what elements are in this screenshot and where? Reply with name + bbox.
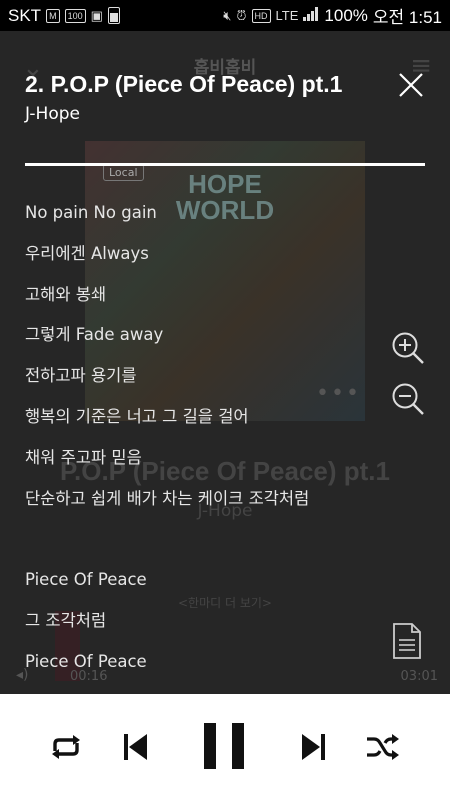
close-icon (399, 73, 423, 97)
document-icon (393, 623, 421, 659)
shuffle-button[interactable] (365, 732, 401, 766)
lyrics-song-artist: J-Hope (25, 104, 80, 124)
repeat-icon (52, 735, 80, 759)
shuffle-icon (367, 734, 399, 760)
lyric-line: 행복의 기준은 너고 그 길을 걸어 (25, 406, 249, 426)
lyric-line: Piece Of Peace (25, 570, 147, 590)
next-track-icon (302, 734, 325, 760)
signal-icon (303, 6, 319, 26)
clipboard-icon (107, 7, 120, 24)
alarm-icon: ⏰︎ (236, 7, 247, 23)
lyric-line: 채워 주고파 믿음 (25, 447, 142, 467)
pause-icon (204, 723, 244, 769)
next-track-button[interactable] (300, 733, 326, 765)
local-badge: Local (103, 164, 144, 181)
m-badge-icon: M (46, 8, 60, 23)
zoom-in-button[interactable] (391, 331, 425, 365)
lyric-line-blank (25, 528, 385, 569)
clock: 오전 1:51 (372, 8, 442, 27)
image-icon: ▣ (90, 7, 103, 23)
battery-percent: 100% (324, 5, 368, 25)
lyrics-document-button[interactable] (391, 622, 423, 660)
pause-button[interactable] (203, 722, 245, 774)
mute-icon: 🔇︎ (223, 7, 232, 23)
battery-badge: 100 (64, 8, 86, 23)
previous-track-icon (124, 734, 147, 760)
carrier-label: SKT (8, 5, 42, 25)
total-duration: 03:01 (400, 669, 438, 684)
playback-controls (0, 694, 450, 800)
zoom-out-button[interactable] (391, 382, 425, 416)
lyric-line: 전하고파 용기를 (25, 366, 137, 386)
status-left: SKT M 100 ▣ (8, 6, 120, 26)
status-bar: SKT M 100 ▣ 🔇︎ ⏰︎ HD LTE 100% 오전 1:51 (0, 0, 450, 31)
close-button[interactable] (396, 70, 426, 100)
title-divider (25, 163, 425, 166)
lyric-line: 그 조각처럼 (25, 610, 107, 630)
lyric-line: Piece Of Peace (25, 651, 147, 671)
hd-voice-icon: HD (251, 8, 271, 23)
lte-label: LTE (275, 8, 299, 23)
lyrics-song-title: 2. P.O.P (Piece Of Peace) pt.1 (25, 71, 343, 97)
zoom-in-icon (392, 332, 424, 364)
lyric-line: 그렇게 Fade away (25, 325, 164, 345)
lyric-line: 단순하고 쉽게 배가 차는 케이크 조각처럼 (25, 488, 310, 508)
previous-track-button[interactable] (123, 733, 149, 765)
zoom-out-icon (392, 383, 424, 415)
lyric-line: 우리에겐 Always (25, 243, 149, 263)
status-right: 🔇︎ ⏰︎ HD LTE 100% 오전 1:51 (223, 3, 442, 28)
lyrics-list: No pain No gain 우리에겐 Always 고해와 봉쇄 그렇게 F… (25, 202, 385, 692)
lyric-line: No pain No gain (25, 203, 157, 222)
repeat-button[interactable] (47, 733, 85, 765)
lyric-line: 고해와 봉쇄 (25, 284, 107, 304)
